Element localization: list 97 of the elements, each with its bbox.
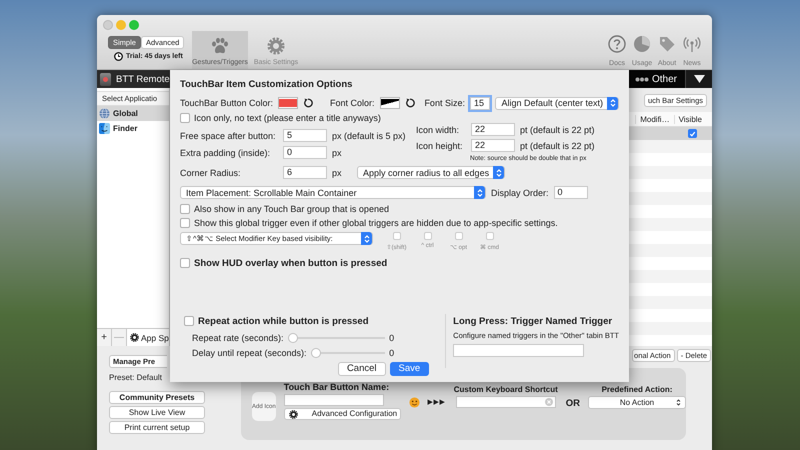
- checkbox[interactable]: [392, 232, 400, 240]
- text-field[interactable]: 22: [471, 123, 515, 136]
- checkbox[interactable]: [486, 232, 494, 240]
- device-label: Other: [652, 74, 677, 84]
- updown-chevron-icon: [493, 166, 504, 179]
- unit-label: px: [332, 168, 343, 178]
- checkbox[interactable]: [184, 316, 194, 326]
- device-label: BTT Remote: [116, 74, 170, 84]
- dialog-title: TouchBar Item Customization Options: [180, 79, 354, 90]
- field-label: TouchBar Button Color:: [180, 98, 274, 108]
- triangle-icon: [694, 75, 704, 83]
- field-label: Icon width:: [416, 124, 460, 134]
- checkbox[interactable]: [180, 204, 190, 214]
- trigger-name-field[interactable]: [453, 344, 584, 357]
- slider-thumb[interactable]: [310, 348, 321, 358]
- preset-label: Preset: Default: [109, 373, 163, 382]
- popup-button[interactable]: No Action: [588, 396, 686, 409]
- shortcut-field[interactable]: [456, 396, 556, 408]
- emoji-icon[interactable]: [408, 397, 420, 410]
- unit-label: pt (default is 22 pt): [520, 140, 595, 150]
- advanced-configuration-button[interactable]: Advanced Configuration: [284, 408, 401, 420]
- preset-button[interactable]: Show Live View: [109, 406, 205, 419]
- popup-button[interactable]: Align Default (center text): [495, 96, 619, 110]
- sidebar-item[interactable]: Finder: [97, 121, 169, 136]
- globe-icon: [99, 108, 110, 119]
- name-label: Touch Bar Button Name:: [284, 382, 390, 392]
- updown-chevron-icon: [361, 232, 372, 245]
- updown-chevron-icon: [676, 399, 681, 406]
- field-label: Extra padding (inside):: [180, 148, 272, 158]
- close-button[interactable]: [103, 20, 113, 30]
- field-label: Free space after button:: [180, 130, 277, 140]
- slider-value: 0: [389, 348, 396, 358]
- antenna-icon: [683, 35, 701, 53]
- action-label: Predefined Action:: [602, 385, 672, 394]
- column-header[interactable]: Modifi…: [635, 114, 674, 124]
- field-label: Icon height:: [416, 140, 464, 150]
- field-label: Font Color:: [330, 98, 375, 108]
- shortcut-label: Custom Keyboard Shortcut: [454, 385, 558, 394]
- slider-thumb[interactable]: [288, 333, 298, 343]
- checkbox[interactable]: [180, 258, 190, 268]
- text-field[interactable]: 22: [471, 139, 515, 152]
- slider-value: 0: [389, 333, 396, 343]
- checkbox-label[interactable]: Repeat action while button is pressed: [198, 316, 369, 326]
- checkbox-label[interactable]: Icon only, no text (please enter a title anyways): [194, 113, 381, 123]
- checkbox-label[interactable]: Also show in any Touch Bar group that is opened: [194, 204, 389, 214]
- field-label: Corner Radius:: [180, 168, 242, 178]
- community-presets-button[interactable]: Community Presets: [109, 391, 205, 404]
- remote-icon: [100, 72, 111, 86]
- popup-button[interactable]: Apply corner radius to all edges: [357, 166, 506, 179]
- gear-icon: [130, 333, 139, 342]
- checkbox[interactable]: [180, 113, 190, 123]
- dots-icon: [634, 76, 649, 82]
- paw-icon: [210, 37, 230, 55]
- checkbox[interactable]: [688, 129, 697, 138]
- unit-label: pt (default is 22 pt): [520, 124, 595, 134]
- text-field[interactable]: 0: [554, 186, 588, 199]
- reset-icon[interactable]: [303, 98, 314, 108]
- reset-icon[interactable]: [404, 98, 415, 108]
- column-header[interactable]: Visible: [674, 114, 706, 124]
- slider-label: Delay until repeat (seconds):: [192, 348, 307, 358]
- unit-label: px: [332, 148, 342, 158]
- pie-icon: [633, 35, 651, 53]
- text-field[interactable]: 6: [283, 166, 327, 179]
- zoom-button[interactable]: [129, 20, 139, 30]
- unit-label: px (default is 5 px): [332, 130, 406, 140]
- field-label: Font Size:: [424, 98, 465, 108]
- sidebar-item[interactable]: Global: [97, 106, 169, 121]
- dropdown-button[interactable]: [685, 70, 712, 88]
- updown-chevron-icon: [474, 186, 485, 199]
- checkbox[interactable]: [180, 218, 190, 228]
- checkbox-label[interactable]: Show this global trigger even if other global triggers are hidden due to app-specific settings.: [194, 218, 558, 228]
- name-field[interactable]: [284, 394, 384, 406]
- gear-icon: [288, 410, 298, 418]
- checkbox-label[interactable]: Show HUD overlay when button is pressed: [194, 258, 388, 268]
- text-field[interactable]: 15: [470, 96, 490, 110]
- help-icon: [608, 35, 626, 53]
- text-field[interactable]: 0: [283, 146, 327, 159]
- finder-icon: [99, 123, 110, 134]
- minimize-button[interactable]: [116, 20, 126, 30]
- app-specific-button[interactable]: App Sp: [127, 329, 169, 346]
- slider-label: Repeat rate (seconds):: [192, 333, 284, 343]
- text-field[interactable]: 5: [283, 129, 327, 142]
- popup-button[interactable]: Item Placement: Scrollable Main Container: [180, 186, 486, 199]
- gear-icon: [267, 37, 285, 55]
- checkbox[interactable]: [424, 232, 432, 240]
- checkbox[interactable]: [454, 232, 462, 240]
- clear-icon[interactable]: [544, 398, 553, 406]
- clock-icon: [114, 52, 123, 61]
- updown-chevron-icon: [607, 96, 618, 110]
- field-label: Display Order:: [491, 188, 549, 198]
- save-button[interactable]: Save: [390, 362, 430, 376]
- cancel-button[interactable]: Cancel: [338, 362, 386, 376]
- preset-button[interactable]: Print current setup: [109, 421, 205, 434]
- tag-icon: [658, 35, 676, 53]
- or-label: OR: [566, 398, 580, 409]
- add-button[interactable]: +: [97, 329, 112, 346]
- section-title: Long Press: Trigger Named Trigger: [453, 316, 614, 327]
